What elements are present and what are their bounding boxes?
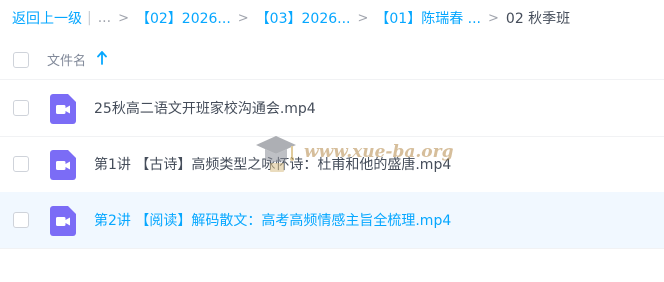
back-link[interactable]: 返回上一级 (12, 8, 82, 28)
column-header-filename[interactable]: 文件名 (47, 50, 86, 69)
arrow-up-icon[interactable] (97, 51, 107, 65)
file-row-selected[interactable]: 第2讲 【阅读】解码散文：高考高频情感主旨全梳理.mp4 (0, 192, 664, 249)
breadcrumb-item[interactable]: 【03】2026... (256, 8, 351, 28)
row-checkbox[interactable] (13, 100, 29, 116)
breadcrumb-item[interactable]: 【02】2026... (136, 8, 231, 28)
breadcrumb-separator: > (357, 10, 369, 26)
file-name[interactable]: 第2讲 【阅读】解码散文：高考高频情感主旨全梳理.mp4 (94, 210, 451, 230)
video-file-icon (50, 206, 76, 236)
breadcrumb-separator: > (118, 10, 129, 26)
file-row[interactable]: 第1讲 【古诗】高频类型之咏怀诗：杜甫和他的盛唐.mp4 (0, 136, 664, 193)
breadcrumb-current: 02 秋季班 (505, 11, 571, 27)
file-name[interactable]: 第1讲 【古诗】高频类型之咏怀诗：杜甫和他的盛唐.mp4 (94, 154, 451, 174)
video-file-icon (50, 94, 76, 124)
breadcrumb: 返回上一级 | ... > 【02】2026... > 【03】2026... … (12, 8, 570, 28)
file-row[interactable]: 25秋高二语文开班家校沟通会.mp4 (0, 80, 664, 137)
row-checkbox[interactable] (13, 212, 29, 228)
breadcrumb-divider: | (87, 10, 92, 26)
file-name[interactable]: 25秋高二语文开班家校沟通会.mp4 (94, 98, 316, 118)
row-checkbox[interactable] (13, 156, 29, 172)
select-all-checkbox[interactable] (13, 51, 29, 68)
breadcrumb-ellipsis[interactable]: ... (98, 10, 111, 26)
breadcrumb-separator: > (488, 10, 499, 26)
video-file-icon (50, 150, 76, 180)
file-list-header: 文件名 (0, 40, 664, 80)
breadcrumb-item[interactable]: 【01】陈瑞春 ... (375, 8, 481, 28)
breadcrumb-separator: > (237, 10, 249, 26)
